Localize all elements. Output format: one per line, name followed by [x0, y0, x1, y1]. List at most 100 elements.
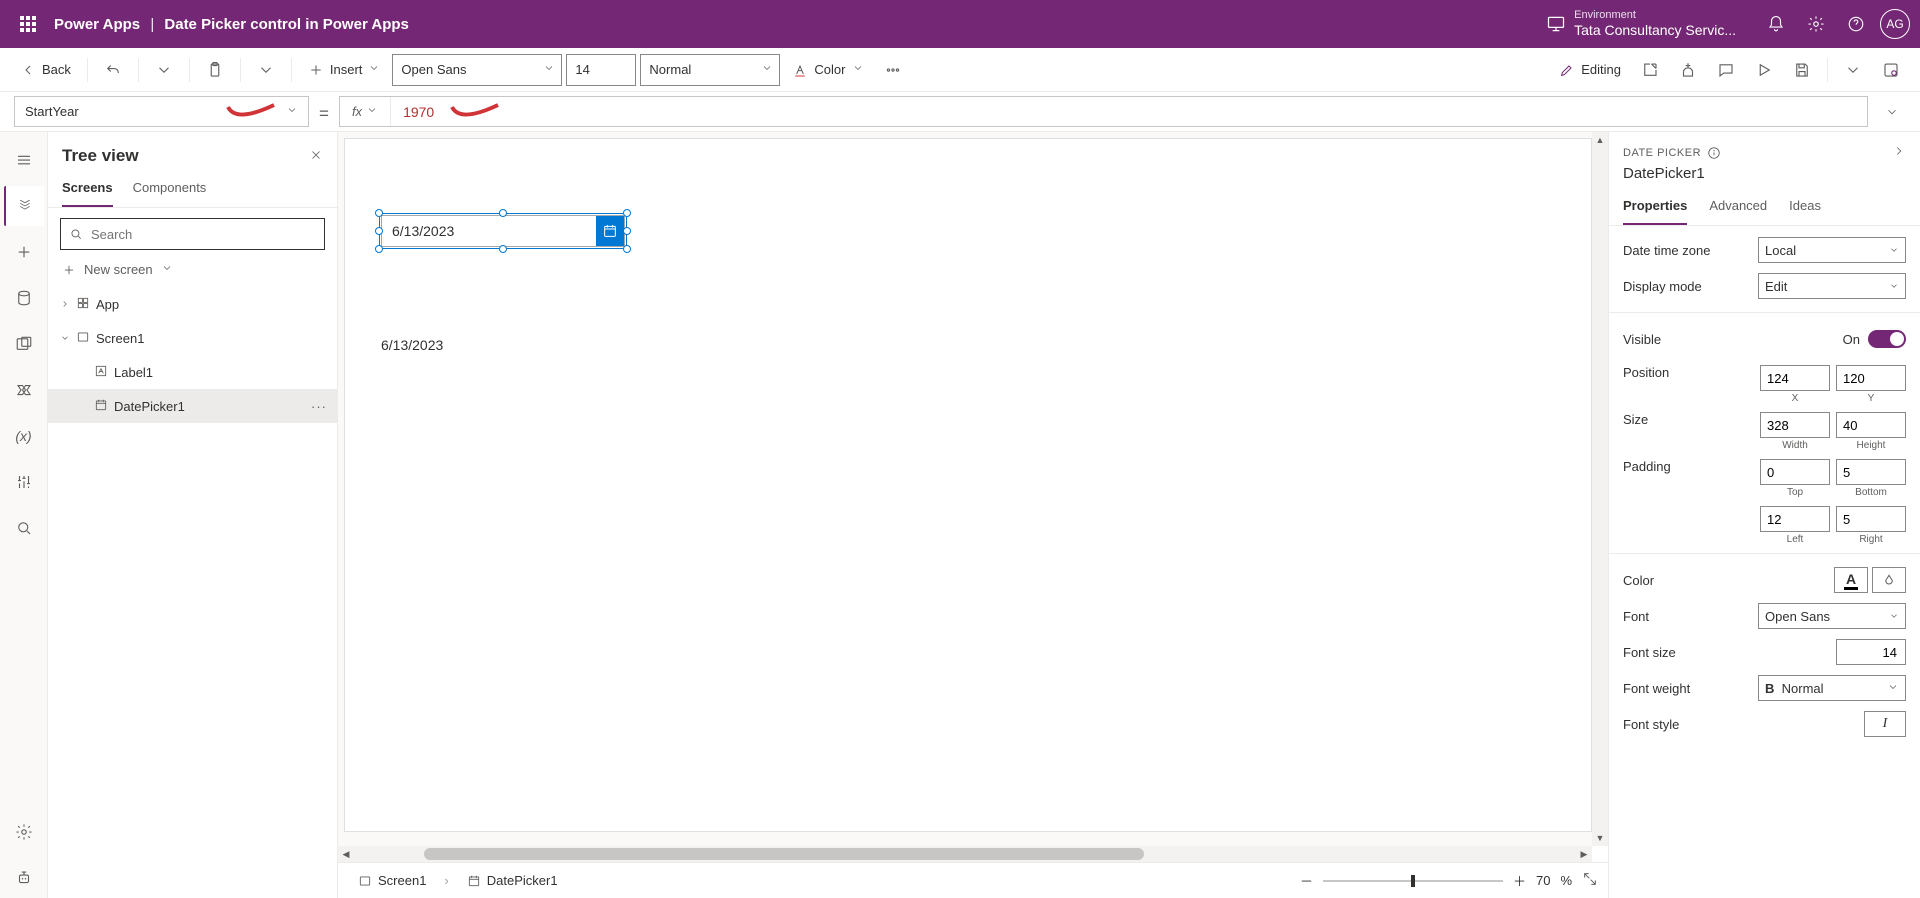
publish-button[interactable]	[1874, 54, 1908, 86]
canvas[interactable]: 6/13/2023 6/13/2023	[344, 138, 1592, 832]
tree-view-close-icon[interactable]	[309, 148, 323, 165]
calendar-icon[interactable]	[596, 216, 624, 246]
prop-size-width-input[interactable]	[1760, 412, 1830, 438]
prop-position-x-input[interactable]	[1760, 365, 1830, 391]
breadcrumb-label: Screen1	[378, 873, 426, 888]
tree-search[interactable]	[60, 218, 325, 250]
prop-position-y-input[interactable]	[1836, 365, 1906, 391]
back-button[interactable]: Back	[12, 54, 79, 86]
formula-expand-button[interactable]	[1878, 96, 1906, 127]
info-icon[interactable]	[1707, 146, 1721, 160]
font-weight-select[interactable]: Normal	[640, 54, 780, 86]
app-launcher-icon[interactable]	[10, 16, 46, 32]
comments-button[interactable]	[1709, 54, 1743, 86]
tree-item-datepicker1[interactable]: DatePicker1 ···	[48, 389, 337, 423]
notifications-icon[interactable]	[1756, 0, 1796, 48]
prop-font-style-italic-button[interactable]: I	[1864, 711, 1906, 737]
virtual-agent-nav-icon[interactable]	[4, 858, 44, 898]
prop-display-mode-select[interactable]: Edit	[1758, 273, 1906, 299]
resize-handle[interactable]	[375, 227, 383, 235]
resize-handle[interactable]	[623, 245, 631, 253]
prop-font-color-button[interactable]: A	[1834, 567, 1868, 593]
prop-padding-left-input[interactable]	[1760, 506, 1830, 532]
font-size-input[interactable]: 14	[566, 54, 636, 86]
tree-view-nav-icon[interactable]	[4, 186, 44, 226]
overflow-button[interactable]	[876, 54, 910, 86]
prop-font-weight-select[interactable]: B Normal	[1758, 675, 1906, 701]
canvas-horizontal-scrollbar[interactable]: ◀ ▶	[338, 846, 1592, 862]
insert-button[interactable]: Insert	[300, 54, 389, 86]
fit-to-window-button[interactable]	[1582, 871, 1598, 890]
save-button[interactable]	[1785, 54, 1819, 86]
property-selector-value: StartYear	[25, 104, 79, 119]
power-automate-nav-icon[interactable]	[4, 370, 44, 410]
new-screen-button[interactable]: New screen	[48, 258, 337, 287]
panel-collapse-icon[interactable]	[1892, 144, 1906, 161]
hamburger-icon[interactable]	[4, 140, 44, 180]
tab-advanced[interactable]: Advanced	[1709, 192, 1767, 225]
property-selector[interactable]: StartYear	[14, 96, 309, 127]
paste-split-chevron[interactable]	[249, 54, 283, 86]
user-avatar[interactable]: AG	[1880, 9, 1910, 39]
tab-ideas[interactable]: Ideas	[1789, 192, 1821, 225]
tree-view-tabs: Screens Components	[48, 172, 337, 208]
settings-icon[interactable]	[1796, 0, 1836, 48]
resize-handle[interactable]	[375, 209, 383, 217]
media-nav-icon[interactable]	[4, 324, 44, 364]
share-button[interactable]	[1633, 54, 1667, 86]
variables-nav-icon[interactable]: (x)	[4, 416, 44, 456]
app-name: Power Apps	[54, 16, 140, 33]
zoom-out-button[interactable]: －	[1300, 871, 1313, 890]
undo-button[interactable]	[96, 54, 130, 86]
tree-item-app[interactable]: App	[48, 287, 337, 321]
label-control[interactable]: 6/13/2023	[381, 337, 443, 353]
save-split-chevron[interactable]	[1836, 54, 1870, 86]
tab-properties[interactable]: Properties	[1623, 192, 1687, 225]
prop-display-mode-label: Display mode	[1623, 279, 1702, 294]
datepicker-control[interactable]: 6/13/2023	[381, 215, 625, 247]
prop-fill-color-button[interactable]	[1872, 567, 1906, 593]
font-color-button[interactable]: Color	[784, 54, 871, 86]
resize-handle[interactable]	[623, 227, 631, 235]
help-icon[interactable]	[1836, 0, 1876, 48]
prop-padding-right-input[interactable]	[1836, 506, 1906, 532]
breadcrumb-screen[interactable]: Screen1	[348, 869, 436, 892]
insert-nav-icon[interactable]	[4, 232, 44, 272]
editing-mode-button[interactable]: Editing	[1551, 54, 1629, 86]
tree-item-more-icon[interactable]: ···	[311, 399, 327, 414]
chevron-down-icon	[368, 62, 380, 77]
advanced-tools-nav-icon[interactable]	[4, 462, 44, 502]
tree-search-input[interactable]	[91, 227, 316, 242]
resize-handle[interactable]	[499, 209, 507, 217]
breadcrumb-control[interactable]: DatePicker1	[457, 869, 568, 892]
prop-padding-top-input[interactable]	[1760, 459, 1830, 485]
search-nav-icon[interactable]	[4, 508, 44, 548]
font-family-select[interactable]: Open Sans	[392, 54, 562, 86]
data-nav-icon[interactable]	[4, 278, 44, 318]
environment-switcher[interactable]: Environment Tata Consultancy Servic...	[1546, 9, 1736, 39]
preview-button[interactable]	[1747, 54, 1781, 86]
prop-visible-toggle[interactable]: On	[1843, 330, 1906, 348]
tab-screens[interactable]: Screens	[62, 172, 113, 207]
resize-handle[interactable]	[623, 209, 631, 217]
prop-font-select[interactable]: Open Sans	[1758, 603, 1906, 629]
resize-handle[interactable]	[499, 245, 507, 253]
prop-font-size-input[interactable]	[1836, 639, 1906, 665]
tree-item-label1[interactable]: Label1	[48, 355, 337, 389]
paste-button[interactable]	[198, 54, 232, 86]
canvas-vertical-scrollbar[interactable]: ▲ ▼	[1592, 132, 1608, 846]
zoom-in-button[interactable]: ＋	[1513, 871, 1526, 890]
tree-item-screen1[interactable]: Screen1	[48, 321, 337, 355]
zoom-slider[interactable]	[1323, 880, 1503, 882]
formula-input[interactable]: fx 1970	[339, 96, 1868, 127]
app-checker-button[interactable]	[1671, 54, 1705, 86]
prop-padding-bottom-input[interactable]	[1836, 459, 1906, 485]
settings-nav-icon[interactable]	[4, 812, 44, 852]
undo-split-chevron[interactable]	[147, 54, 181, 86]
scrollbar-thumb[interactable]	[424, 848, 1144, 860]
prop-date-time-zone-select[interactable]: Local	[1758, 237, 1906, 263]
prop-size-height-input[interactable]	[1836, 412, 1906, 438]
chevron-right-icon	[60, 297, 70, 312]
resize-handle[interactable]	[375, 245, 383, 253]
tab-components[interactable]: Components	[133, 172, 207, 207]
